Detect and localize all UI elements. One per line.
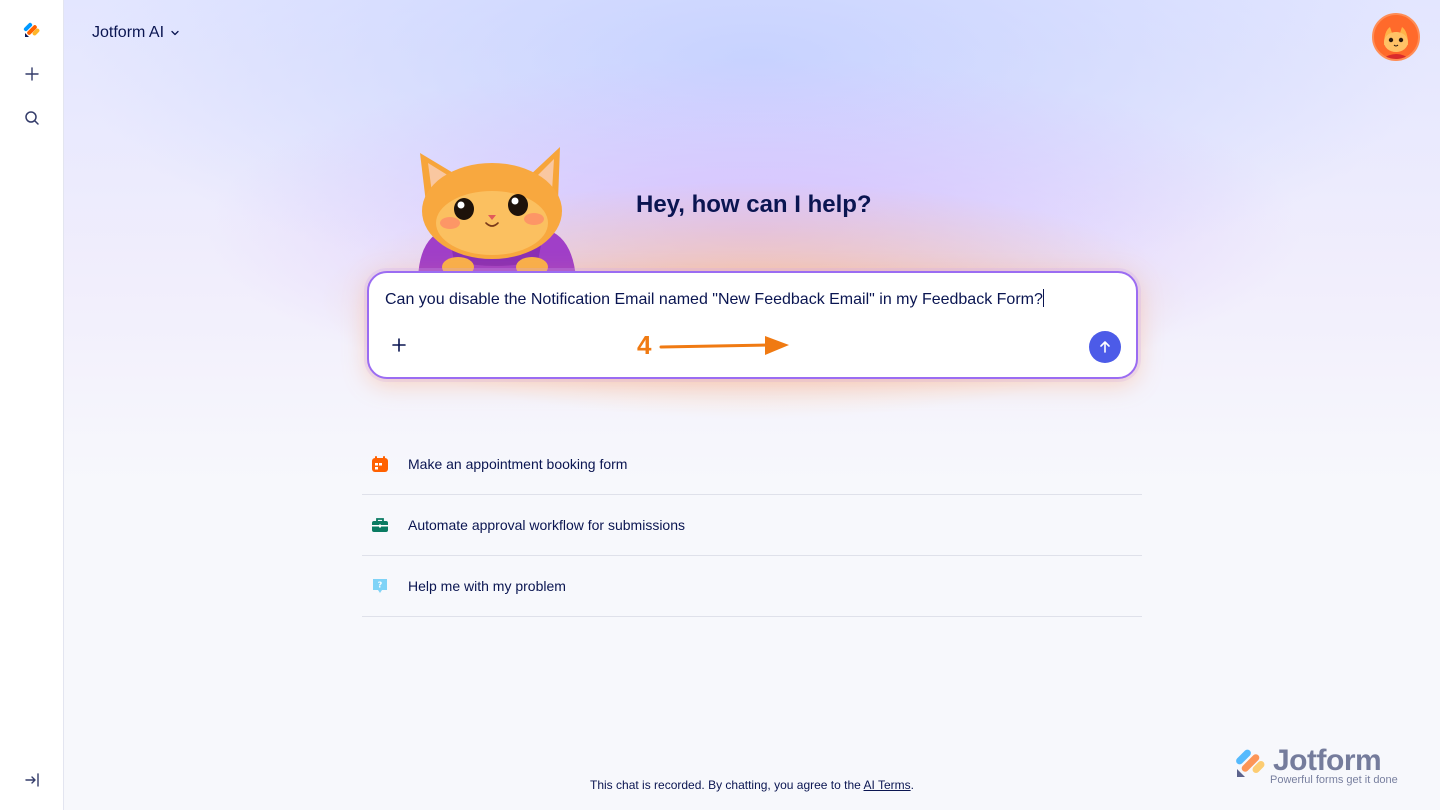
chevron-down-icon	[171, 30, 179, 36]
terms-text: This chat is recorded. By chatting, you …	[590, 778, 864, 792]
step-number-annotation: 4	[637, 330, 652, 360]
suggestion-label: Make an appointment booking form	[408, 456, 628, 472]
annotation-arrow-icon	[659, 336, 789, 355]
ai-terms-link[interactable]: AI Terms	[864, 778, 911, 792]
arrow-up-icon	[1100, 341, 1110, 353]
suggestion-label: Help me with my problem	[408, 578, 566, 594]
suggestion-help-problem[interactable]: ? Help me with my problem	[362, 556, 1142, 617]
send-button[interactable]	[1089, 331, 1121, 363]
cat-avatar-icon	[1374, 15, 1418, 59]
agent-selector[interactable]: Jotform AI	[92, 24, 180, 42]
help-bubble-icon: ?	[370, 576, 390, 596]
expand-sidebar-button[interactable]	[16, 764, 48, 796]
brand-tagline: Powerful forms get it done	[1270, 774, 1398, 786]
calendar-icon	[370, 454, 390, 474]
prompt-text: Can you disable the Notification Email n…	[385, 291, 1043, 308]
brand-name: Jotform	[1273, 744, 1382, 777]
suggestion-appointment-booking[interactable]: Make an appointment booking form	[362, 434, 1142, 495]
jotform-logo-icon	[1236, 749, 1265, 777]
plus-icon	[392, 338, 406, 352]
prompt-box: Can you disable the Notification Email n…	[367, 271, 1138, 379]
cat-mascot-illustration	[418, 147, 576, 278]
expand-panel-icon	[25, 773, 39, 787]
search-icon	[25, 111, 39, 125]
text-caret	[1042, 289, 1044, 307]
suggestion-list: Make an appointment booking form Automat…	[362, 434, 1142, 617]
jotform-brand-watermark: Jotform Powerful forms get it done	[1234, 744, 1414, 790]
main-area: Jotform AI Hey, how can I help? Can you …	[64, 0, 1440, 810]
briefcase-icon	[370, 515, 390, 535]
plus-icon	[25, 67, 39, 81]
attach-button[interactable]	[389, 335, 409, 355]
user-avatar[interactable]	[1372, 13, 1420, 61]
greeting-heading: Hey, how can I help?	[636, 191, 872, 218]
suggestion-label: Automate approval workflow for submissio…	[408, 517, 686, 533]
sidebar	[0, 0, 64, 810]
search-button[interactable]	[16, 102, 48, 134]
app-title: Jotform AI	[92, 24, 165, 41]
new-chat-button[interactable]	[16, 58, 48, 90]
background-glow	[64, 0, 1440, 810]
jotform-logo-icon[interactable]	[16, 14, 48, 46]
terms-period: .	[910, 778, 914, 792]
svg-text:?: ?	[378, 581, 383, 590]
suggestion-approval-workflow[interactable]: Automate approval workflow for submissio…	[362, 495, 1142, 556]
prompt-input[interactable]: Can you disable the Notification Email n…	[385, 289, 1105, 309]
